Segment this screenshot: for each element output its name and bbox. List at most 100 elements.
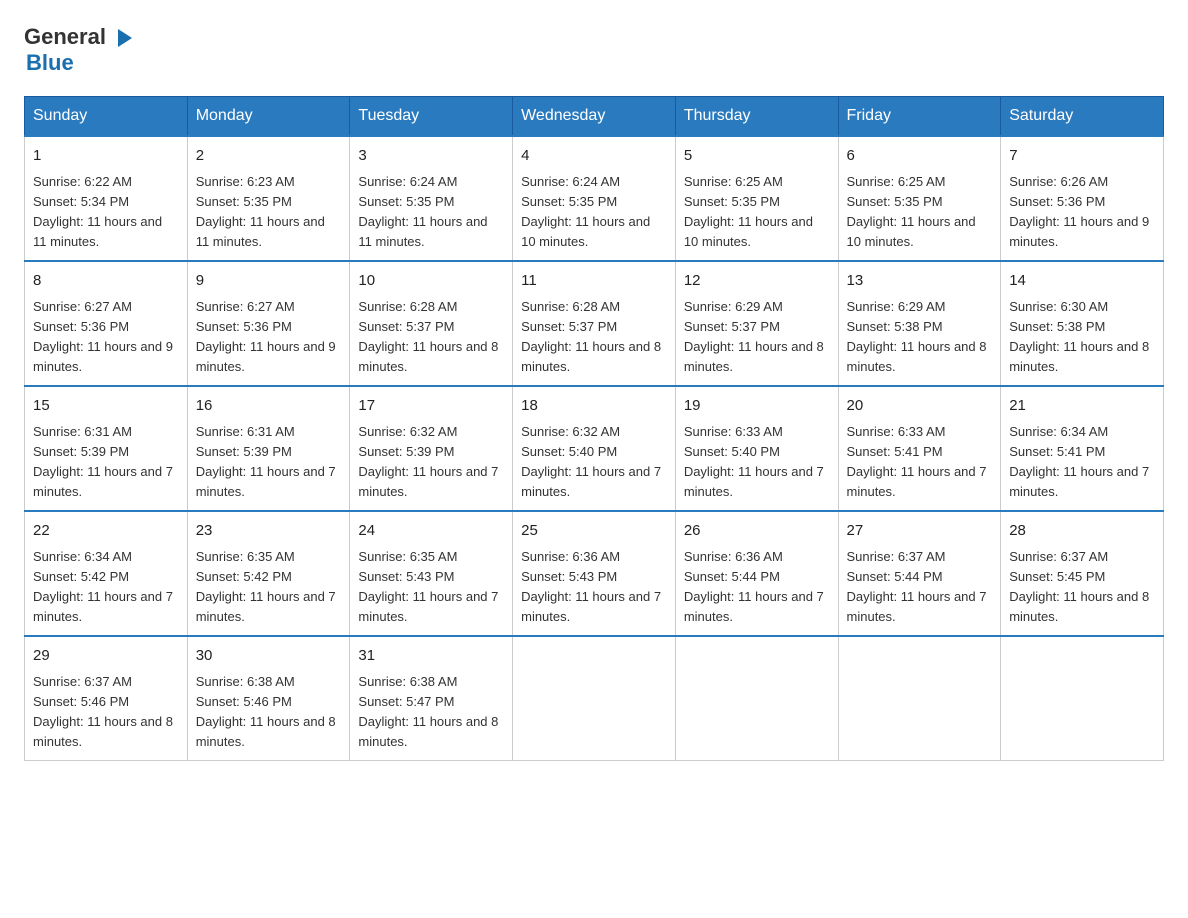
day-number: 5 [684, 145, 830, 168]
day-info: Sunrise: 6:31 AMSunset: 5:39 PMDaylight:… [33, 424, 173, 499]
day-number: 22 [33, 520, 179, 543]
day-info: Sunrise: 6:29 AMSunset: 5:38 PMDaylight:… [847, 299, 987, 374]
day-number: 25 [521, 520, 667, 543]
calendar-cell: 3 Sunrise: 6:24 AMSunset: 5:35 PMDaylight… [350, 136, 513, 261]
day-number: 19 [684, 395, 830, 418]
day-info: Sunrise: 6:28 AMSunset: 5:37 PMDaylight:… [358, 299, 498, 374]
day-number: 15 [33, 395, 179, 418]
column-header-sunday: Sunday [25, 97, 188, 137]
day-number: 3 [358, 145, 504, 168]
calendar-cell: 11 Sunrise: 6:28 AMSunset: 5:37 PMDayligh… [513, 261, 676, 386]
day-info: Sunrise: 6:31 AMSunset: 5:39 PMDaylight:… [196, 424, 336, 499]
day-number: 6 [847, 145, 993, 168]
day-info: Sunrise: 6:29 AMSunset: 5:37 PMDaylight:… [684, 299, 824, 374]
calendar-cell: 4 Sunrise: 6:24 AMSunset: 5:35 PMDaylight… [513, 136, 676, 261]
calendar-cell: 27Sunrise: 6:37 AMSunset: 5:44 PMDayligh… [838, 511, 1001, 636]
calendar-cell: 25 Sunrise: 6:36 AMSunset: 5:43 PMDayligh… [513, 511, 676, 636]
day-number: 26 [684, 520, 830, 543]
day-info: Sunrise: 6:22 AMSunset: 5:34 PMDaylight:… [33, 174, 162, 249]
day-info: Sunrise: 6:32 AMSunset: 5:39 PMDaylight:… [358, 424, 498, 499]
calendar-week-row: 22 Sunrise: 6:34 AMSunset: 5:42 PMDayligh… [25, 511, 1164, 636]
column-header-monday: Monday [187, 97, 350, 137]
calendar-cell: 10 Sunrise: 6:28 AMSunset: 5:37 PMDayligh… [350, 261, 513, 386]
day-number: 30 [196, 645, 342, 668]
column-header-thursday: Thursday [675, 97, 838, 137]
day-number: 2 [196, 145, 342, 168]
day-number: 14 [1009, 270, 1155, 293]
day-info: Sunrise: 6:38 AMSunset: 5:47 PMDaylight:… [358, 674, 498, 749]
day-info: Sunrise: 6:37 AMSunset: 5:46 PMDaylight:… [33, 674, 173, 749]
calendar-cell: 15 Sunrise: 6:31 AMSunset: 5:39 PMDayligh… [25, 386, 188, 511]
day-number: 16 [196, 395, 342, 418]
day-info: Sunrise: 6:28 AMSunset: 5:37 PMDaylight:… [521, 299, 661, 374]
calendar-table: SundayMondayTuesdayWednesdayThursdayFrid… [24, 96, 1164, 761]
day-number: 23 [196, 520, 342, 543]
column-header-wednesday: Wednesday [513, 97, 676, 137]
calendar-cell: 17 Sunrise: 6:32 AMSunset: 5:39 PMDayligh… [350, 386, 513, 511]
day-number: 7 [1009, 145, 1155, 168]
column-header-saturday: Saturday [1001, 97, 1164, 137]
calendar-cell: 14 Sunrise: 6:30 AMSunset: 5:38 PMDayligh… [1001, 261, 1164, 386]
day-info: Sunrise: 6:27 AMSunset: 5:36 PMDaylight:… [196, 299, 336, 374]
calendar-cell: 5 Sunrise: 6:25 AMSunset: 5:35 PMDaylight… [675, 136, 838, 261]
page-header: General Blue [24, 24, 1164, 76]
day-info: Sunrise: 6:33 AMSunset: 5:40 PMDaylight:… [684, 424, 824, 499]
calendar-cell: 1Sunrise: 6:22 AMSunset: 5:34 PMDaylight… [25, 136, 188, 261]
calendar-cell: 26Sunrise: 6:36 AMSunset: 5:44 PMDayligh… [675, 511, 838, 636]
day-number: 17 [358, 395, 504, 418]
calendar-week-row: 29 Sunrise: 6:37 AMSunset: 5:46 PMDayligh… [25, 636, 1164, 761]
day-info: Sunrise: 6:26 AMSunset: 5:36 PMDaylight:… [1009, 174, 1149, 249]
calendar-cell: 2Sunrise: 6:23 AMSunset: 5:35 PMDaylight… [187, 136, 350, 261]
calendar-cell: 12 Sunrise: 6:29 AMSunset: 5:37 PMDayligh… [675, 261, 838, 386]
day-info: Sunrise: 6:24 AMSunset: 5:35 PMDaylight:… [521, 174, 650, 249]
day-number: 8 [33, 270, 179, 293]
logo-text: General [24, 24, 136, 50]
day-info: Sunrise: 6:25 AMSunset: 5:35 PMDaylight:… [847, 174, 976, 249]
calendar-week-row: 8 Sunrise: 6:27 AMSunset: 5:36 PMDaylight… [25, 261, 1164, 386]
calendar-cell [513, 636, 676, 761]
calendar-cell: 31 Sunrise: 6:38 AMSunset: 5:47 PMDayligh… [350, 636, 513, 761]
calendar-cell: 9 Sunrise: 6:27 AMSunset: 5:36 PMDaylight… [187, 261, 350, 386]
calendar-header-row: SundayMondayTuesdayWednesdayThursdayFrid… [25, 97, 1164, 137]
calendar-cell: 24 Sunrise: 6:35 AMSunset: 5:43 PMDayligh… [350, 511, 513, 636]
calendar-week-row: 15 Sunrise: 6:31 AMSunset: 5:39 PMDayligh… [25, 386, 1164, 511]
day-info: Sunrise: 6:24 AMSunset: 5:35 PMDaylight:… [358, 174, 487, 249]
day-info: Sunrise: 6:38 AMSunset: 5:46 PMDaylight:… [196, 674, 336, 749]
day-info: Sunrise: 6:37 AMSunset: 5:45 PMDaylight:… [1009, 549, 1149, 624]
calendar-cell: 30 Sunrise: 6:38 AMSunset: 5:46 PMDayligh… [187, 636, 350, 761]
logo: General Blue [24, 24, 136, 76]
calendar-cell [675, 636, 838, 761]
day-number: 11 [521, 270, 667, 293]
calendar-week-row: 1Sunrise: 6:22 AMSunset: 5:34 PMDaylight… [25, 136, 1164, 261]
day-info: Sunrise: 6:35 AMSunset: 5:43 PMDaylight:… [358, 549, 498, 624]
day-number: 9 [196, 270, 342, 293]
day-number: 20 [847, 395, 993, 418]
day-info: Sunrise: 6:30 AMSunset: 5:38 PMDaylight:… [1009, 299, 1149, 374]
day-info: Sunrise: 6:27 AMSunset: 5:36 PMDaylight:… [33, 299, 173, 374]
calendar-cell: 13 Sunrise: 6:29 AMSunset: 5:38 PMDayligh… [838, 261, 1001, 386]
calendar-cell: 7 Sunrise: 6:26 AMSunset: 5:36 PMDaylight… [1001, 136, 1164, 261]
calendar-cell: 16 Sunrise: 6:31 AMSunset: 5:39 PMDayligh… [187, 386, 350, 511]
day-info: Sunrise: 6:25 AMSunset: 5:35 PMDaylight:… [684, 174, 813, 249]
day-info: Sunrise: 6:34 AMSunset: 5:41 PMDaylight:… [1009, 424, 1149, 499]
day-info: Sunrise: 6:36 AMSunset: 5:43 PMDaylight:… [521, 549, 661, 624]
day-number: 13 [847, 270, 993, 293]
day-number: 29 [33, 645, 179, 668]
calendar-cell: 18Sunrise: 6:32 AMSunset: 5:40 PMDayligh… [513, 386, 676, 511]
calendar-cell: 6 Sunrise: 6:25 AMSunset: 5:35 PMDaylight… [838, 136, 1001, 261]
day-info: Sunrise: 6:34 AMSunset: 5:42 PMDaylight:… [33, 549, 173, 624]
day-number: 10 [358, 270, 504, 293]
calendar-cell: 21Sunrise: 6:34 AMSunset: 5:41 PMDayligh… [1001, 386, 1164, 511]
calendar-cell [838, 636, 1001, 761]
calendar-cell: 22 Sunrise: 6:34 AMSunset: 5:42 PMDayligh… [25, 511, 188, 636]
day-info: Sunrise: 6:32 AMSunset: 5:40 PMDaylight:… [521, 424, 661, 499]
day-number: 31 [358, 645, 504, 668]
day-number: 28 [1009, 520, 1155, 543]
day-info: Sunrise: 6:33 AMSunset: 5:41 PMDaylight:… [847, 424, 987, 499]
calendar-cell: 29 Sunrise: 6:37 AMSunset: 5:46 PMDayligh… [25, 636, 188, 761]
day-number: 4 [521, 145, 667, 168]
calendar-cell: 8 Sunrise: 6:27 AMSunset: 5:36 PMDaylight… [25, 261, 188, 386]
day-number: 24 [358, 520, 504, 543]
day-number: 12 [684, 270, 830, 293]
column-header-tuesday: Tuesday [350, 97, 513, 137]
